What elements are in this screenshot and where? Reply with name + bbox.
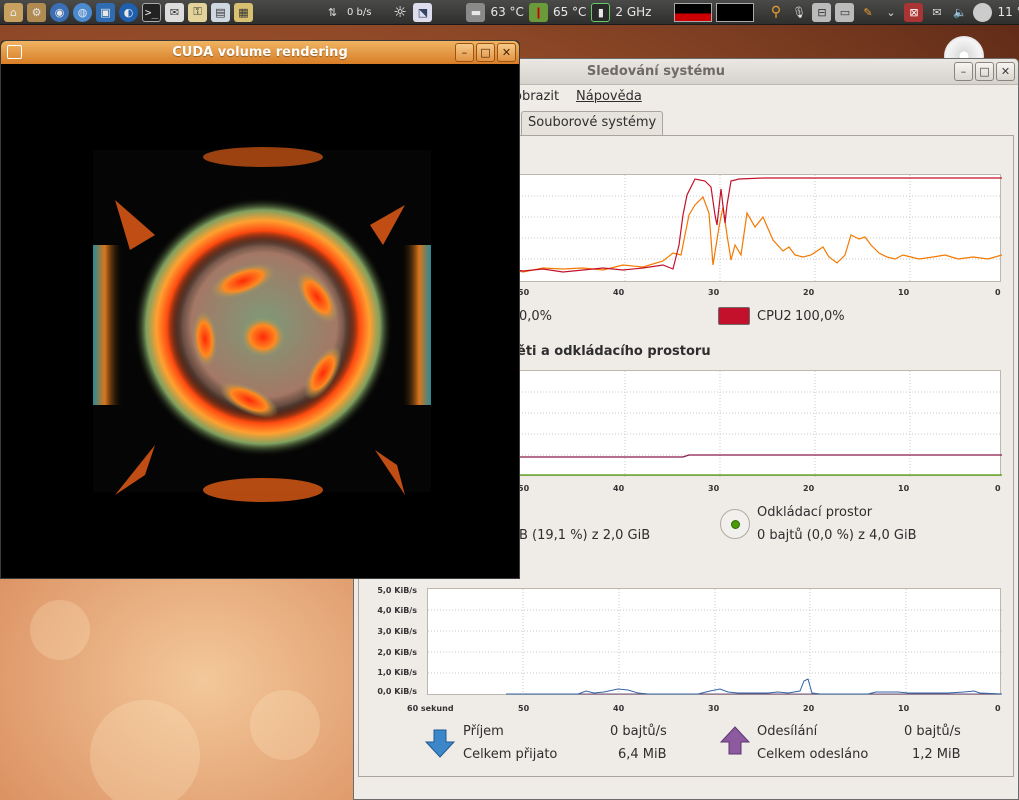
battery-icon: ▮ [591, 2, 611, 22]
home-folder-icon[interactable]: ⌂ [4, 2, 23, 22]
weather-icon[interactable] [973, 2, 993, 22]
receive-total: 6,4 MiB [618, 747, 667, 762]
cpu-x-tick: 40 [613, 288, 625, 297]
close-button[interactable]: ✕ [497, 43, 516, 62]
receive-label: Příjem [463, 724, 504, 739]
browser-icon[interactable]: ◉ [50, 2, 69, 22]
cpu-x-tick: 10 [898, 288, 910, 297]
swap-pie-indicator [730, 519, 740, 529]
net-x-first-label: 60 sekund [407, 704, 454, 713]
net-x-tick: 30 [708, 704, 720, 713]
receive-rate: 0 bajtů/s [610, 724, 667, 739]
minimize-button[interactable]: – [455, 43, 474, 62]
search-icon[interactable]: ⚲ [766, 3, 785, 22]
thermometer-icon: ❙ [528, 2, 548, 22]
wallpaper-bokeh [90, 700, 200, 800]
receive-arrow-icon[interactable] [425, 728, 455, 758]
network-browser-icon[interactable]: ◍ [73, 2, 92, 22]
weather-sun-icon[interactable]: ☼ [390, 3, 409, 22]
mem-x-tick: 0 [995, 484, 1001, 493]
cuda-title: CUDA volume rendering [172, 45, 348, 60]
net-y-tick: 0,0 KiB/s [377, 687, 417, 696]
tab-filesystems[interactable]: Souborové systémy [521, 111, 664, 135]
cpu2-value: 100,0% [795, 309, 845, 324]
memory-load-applet[interactable] [716, 2, 755, 22]
display-icon[interactable]: ▭ [835, 2, 855, 22]
send-label: Odesílání [757, 724, 818, 739]
net-speed: 0 b/s [347, 6, 372, 18]
net-x-tick: 10 [898, 704, 910, 713]
memory-section-title: ěti a odkládacího prostoru [517, 344, 711, 359]
terminal-icon[interactable]: >_ [142, 2, 161, 22]
net-x-tick: 0 [995, 704, 1001, 713]
workspace-icon[interactable]: ⬔ [413, 2, 433, 22]
volume-icon[interactable]: 🔈 [950, 3, 969, 22]
cpu2-label: CPU2 [757, 309, 792, 324]
network-monitor-icon[interactable]: ⇅ [323, 3, 342, 22]
cpu-frequency: 2 GHz [615, 5, 652, 19]
connection-icon[interactable]: ⊠ [904, 2, 924, 22]
maximize-button[interactable]: □ [476, 43, 495, 62]
mem-x-tick: 40 [613, 484, 625, 493]
memory-value: B (19,1 %) z 2,0 GiB [519, 528, 651, 543]
network-graph-svg [428, 589, 1002, 696]
volume-render-image [93, 147, 431, 502]
net-x-tick: 40 [613, 704, 625, 713]
mem-x-tick: 10 [898, 484, 910, 493]
temp-1: 63 °C [490, 5, 524, 19]
mem-x-tick: 30 [708, 484, 720, 493]
net-y-tick: 3,0 KiB/s [377, 627, 417, 636]
close-button[interactable]: ✕ [996, 62, 1015, 81]
globe-icon[interactable]: ◐ [119, 2, 138, 22]
lock-icon[interactable]: ⚿ [188, 2, 207, 22]
send-total-label: Celkem odesláno [757, 747, 869, 762]
net-y-tick: 5,0 KiB/s [377, 586, 417, 595]
cpu2-color-swatch[interactable] [718, 307, 750, 325]
network-history-graph [427, 588, 1002, 696]
weather-temp: 11 ° [997, 5, 1019, 19]
menu-help[interactable]: Nápověda [576, 89, 642, 104]
swap-value: 0 bajtů (0,0 %) z 4,0 GiB [757, 528, 917, 543]
swap-label: Odkládací prostor [757, 505, 873, 520]
top-panel: ⌂ ⚙ ◉ ◍ ▣ ◐ >_ ✉ ⚿ ▤ ▦ ⇅ 0 b/s ☼ ⬔ ▬ 63 … [0, 0, 1019, 25]
wallpaper-bokeh [250, 690, 320, 760]
cuda-window: CUDA volume rendering – □ ✕ [0, 40, 520, 579]
mem-x-tick: 20 [803, 484, 815, 493]
net-y-tick: 1,0 KiB/s [377, 668, 417, 677]
net-y-tick: 2,0 KiB/s [377, 648, 417, 657]
notification-icon[interactable]: ✉ [927, 3, 946, 22]
remote-desktop-icon[interactable]: ▣ [96, 2, 115, 22]
menu-view[interactable]: obrazit [514, 89, 559, 104]
wallpaper-bokeh [30, 600, 90, 660]
swap-color-button[interactable] [720, 509, 750, 539]
clipboard-icon[interactable]: ▤ [211, 2, 230, 22]
microphone-icon[interactable]: 🎙 [789, 3, 808, 22]
cpu-load-applet[interactable] [674, 2, 713, 22]
cpu1-value: 0,0% [519, 309, 553, 324]
net-x-tick: 20 [803, 704, 815, 713]
net-x-tick: 50 [518, 704, 530, 713]
send-rate: 0 bajtů/s [904, 724, 961, 739]
receive-total-label: Celkem přijato [463, 747, 558, 762]
status-bar [354, 779, 1018, 799]
net-y-tick: 4,0 KiB/s [377, 606, 417, 615]
hdd-temp-icon: ▬ [466, 2, 486, 22]
cpu-x-tick: 30 [708, 288, 720, 297]
mail-icon[interactable]: ✉ [165, 2, 184, 22]
network-icon[interactable]: ⊟ [812, 2, 832, 22]
temp-2: 65 °C [552, 5, 587, 19]
updates-icon[interactable]: ✎ [858, 3, 877, 22]
cuda-titlebar[interactable]: CUDA volume rendering – □ ✕ [1, 41, 519, 64]
volume-render-canvas[interactable] [5, 65, 517, 576]
cpu-x-tick: 0 [995, 288, 1001, 297]
settings-icon[interactable]: ⚙ [27, 2, 46, 22]
maximize-button[interactable]: □ [975, 62, 994, 81]
screenshot-icon[interactable]: ▦ [234, 2, 253, 22]
send-total: 1,2 MiB [912, 747, 961, 762]
send-arrow-icon[interactable] [720, 726, 750, 756]
chevron-down-icon[interactable]: ⌄ [881, 3, 900, 22]
minimize-button[interactable]: – [954, 62, 973, 81]
cpu-x-tick: 20 [803, 288, 815, 297]
